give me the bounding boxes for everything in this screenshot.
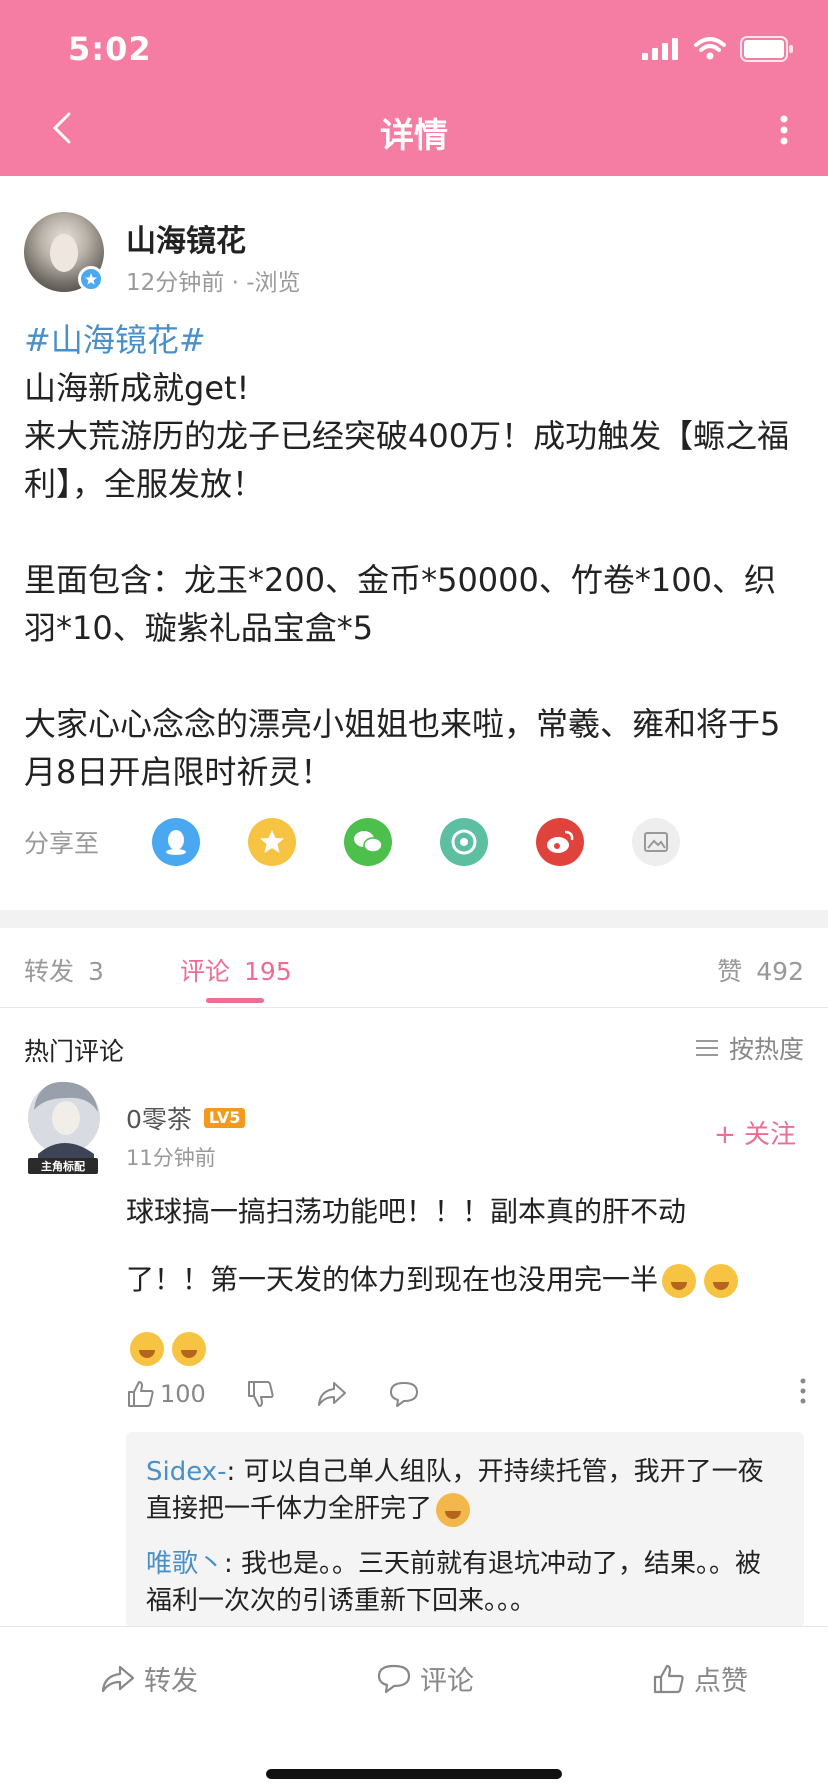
repost-label: 转发: [144, 1666, 198, 1697]
share-label: 分享至: [24, 829, 100, 858]
more-button[interactable]: [768, 108, 800, 152]
post-meta: 12分钟前 · -浏览: [126, 270, 301, 296]
comment-label: 评论: [420, 1666, 474, 1697]
comment-like-count: 100: [160, 1380, 206, 1408]
post-content: #山海镜花# 山海新成就get! 来大荒游历的龙子已经突破400万！成功触发【螈…: [24, 316, 804, 796]
wifi-icon: [694, 37, 726, 60]
laughing-tears-emoji-icon: [704, 1264, 739, 1298]
tab-label: 评论: [180, 957, 231, 986]
laughing-tears-emoji-icon: [662, 1264, 697, 1298]
reply-item: 唯歌丶: 我也是。。三天前就有退坑冲动了，结果。。被福利一次次的引诱重新下回来。…: [146, 1549, 762, 1616]
more-vertical-icon: [800, 1378, 806, 1404]
follow-button[interactable]: + 关注: [714, 1114, 796, 1151]
post-line: 里面包含：龙玉*200、金币*50000、竹卷*100、织羽*10、璇紫礼品宝盒…: [24, 561, 776, 647]
commenter-username: 0零茶: [126, 1105, 192, 1134]
tab-label: 转发: [24, 957, 75, 986]
reply-username[interactable]: Sidex-: [146, 1457, 227, 1487]
share-qq-button[interactable]: [152, 818, 200, 866]
comment-line: 了！！第一天发的体力到现在也没用完一半: [126, 1263, 659, 1296]
share-weibo-button[interactable]: [536, 818, 584, 866]
active-tab-indicator: [206, 998, 264, 1003]
qzone-icon: [260, 830, 284, 853]
comment-reply-button[interactable]: [388, 1380, 420, 1408]
comment-button[interactable]: 评论: [376, 1659, 474, 1698]
share-moments-button[interactable]: [440, 818, 488, 866]
comment-text: 球球搞一搞扫荡功能吧！！！副本真的肝不动 了！！第一天发的体力到现在也没用完一半: [126, 1178, 806, 1382]
thumbs-up-icon: [128, 1381, 154, 1407]
laughing-tears-emoji-icon: [172, 1332, 206, 1366]
share-arrow-icon: [317, 1382, 346, 1406]
avatar-caption: 主角标配: [41, 1159, 85, 1173]
status-time: 5:02: [68, 30, 152, 68]
more-vertical-icon: [780, 115, 788, 145]
comment-share-button[interactable]: [316, 1380, 348, 1408]
home-indicator: [266, 1769, 562, 1779]
comment-bubble-icon: [389, 1382, 418, 1407]
weibo-icon: [547, 830, 574, 853]
comment-bubble-icon: [377, 1664, 411, 1693]
share-row: 分享至: [24, 812, 804, 872]
share-wechat-button[interactable]: [344, 818, 392, 866]
sort-label: 按热度: [728, 1035, 804, 1064]
share-qzone-button[interactable]: [248, 818, 296, 866]
reply-username[interactable]: 唯歌丶: [146, 1549, 224, 1579]
commenter-name[interactable]: 0零茶 LV5: [126, 1100, 246, 1136]
author-name[interactable]: 山海镜花: [126, 216, 246, 260]
post-line: 山海新成就get!: [24, 369, 250, 407]
tab-count: 3: [88, 957, 104, 986]
share-arrow-icon: [101, 1665, 135, 1692]
author-avatar[interactable]: [24, 212, 104, 292]
list-icon: [695, 1040, 718, 1056]
moments-icon: [451, 829, 477, 855]
comment-time: 11分钟前: [126, 1146, 216, 1170]
save-image-icon: [644, 832, 668, 852]
share-save-image-button[interactable]: [632, 818, 680, 866]
hot-comments-title: 热门评论: [24, 1037, 125, 1066]
tab-label: 赞: [717, 957, 743, 986]
comment-dislike-button[interactable]: [246, 1379, 276, 1409]
laughing-tears-emoji-icon: [130, 1332, 164, 1366]
bottom-action-bar: 转发 评论 点赞: [0, 1626, 828, 1792]
sort-button[interactable]: 按热度: [695, 1030, 804, 1066]
tab-comments[interactable]: 评论 195: [180, 952, 292, 988]
replies-box[interactable]: Sidex-: 可以自己单人组队，开持续托管，我开了一夜直接把一千体力全肝完了 …: [126, 1432, 804, 1628]
post-line: 来大荒游历的龙子已经突破400万！成功触发【螈之福利】，全服发放！: [24, 417, 790, 503]
comment-actions: 100: [126, 1372, 806, 1416]
tab-count: 492: [756, 957, 804, 986]
verified-badge-icon: [78, 266, 104, 292]
tab-count: 195: [244, 957, 292, 986]
qq-icon: [166, 830, 186, 855]
comment-line: 球球搞一搞扫荡功能吧！！！副本真的肝不动: [126, 1195, 687, 1228]
commenter-avatar[interactable]: 主角标配: [18, 1076, 108, 1176]
thumbs-up-icon: [653, 1664, 684, 1693]
post-line: 大家心心念念的漂亮小姐姐也来啦，常羲、雍和将于5月8日开启限时祈灵！: [24, 705, 781, 791]
reply-item: Sidex-: 可以自己单人组队，开持续托管，我开了一夜直接把一千体力全肝完了: [146, 1454, 784, 1528]
like-button[interactable]: 点赞: [652, 1659, 748, 1698]
like-label: 点赞: [694, 1666, 748, 1697]
tab-reposts[interactable]: 转发 3: [24, 952, 104, 988]
app-header: 5:02 详情: [0, 0, 828, 176]
facepalm-emoji-icon: [436, 1492, 471, 1527]
status-icons: [642, 36, 794, 62]
comment-like-button[interactable]: 100: [126, 1379, 206, 1409]
repost-button[interactable]: 转发: [100, 1659, 198, 1698]
page-title: 详情: [380, 116, 448, 156]
interaction-tabs: 转发 3 评论 195 赞 492: [0, 928, 828, 1008]
section-divider: [0, 910, 828, 928]
thumbs-down-icon: [247, 1381, 274, 1407]
tab-likes[interactable]: 赞 492: [717, 952, 804, 988]
level-badge: LV5: [203, 1108, 246, 1128]
signal-icon: [642, 38, 678, 60]
battery-icon: [740, 36, 793, 62]
comment-more-button[interactable]: [800, 1378, 806, 1408]
hashtag-link[interactable]: #山海镜花#: [24, 316, 804, 364]
wechat-icon: [354, 831, 383, 853]
